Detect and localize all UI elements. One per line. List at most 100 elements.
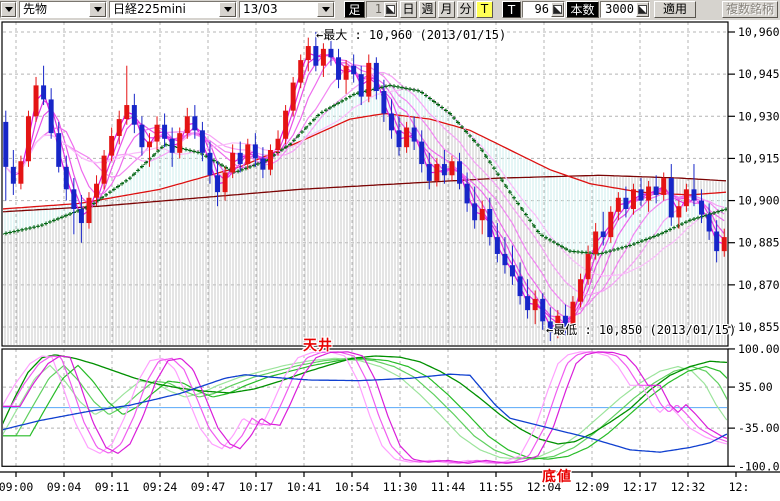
candle-up — [268, 150, 273, 170]
candle-down — [328, 49, 333, 57]
dropdown-arrow-icon[interactable] — [317, 2, 334, 17]
candle-up — [276, 139, 281, 150]
candle-up — [449, 161, 454, 175]
candle-up — [631, 189, 636, 209]
x-axis-label: 11:44 — [431, 480, 466, 494]
candle-down — [457, 161, 462, 183]
dropdown-arrow-icon[interactable] — [219, 2, 236, 17]
period-month-button[interactable]: 月 — [438, 1, 455, 18]
period-week-button[interactable]: 週 — [419, 1, 436, 18]
candle-up — [306, 46, 311, 60]
category-select[interactable]: 先物 — [19, 1, 107, 18]
multi-symbol-button[interactable]: 複数銘柄 — [722, 1, 778, 18]
candle-down — [412, 128, 417, 142]
candle-up — [26, 116, 31, 161]
mini-dropdown[interactable] — [0, 1, 17, 18]
candle-down — [495, 237, 500, 254]
contract-select[interactable]: 13/03 — [239, 1, 335, 18]
candle-down — [518, 276, 523, 296]
candle-down — [465, 184, 470, 204]
candle-down — [487, 209, 492, 237]
x-axis-label: 12:09 — [575, 480, 610, 494]
spinner-icon[interactable] — [551, 2, 564, 17]
candle-down — [472, 203, 477, 220]
total-input-value: 3000 — [601, 2, 636, 17]
candle-down — [3, 122, 8, 167]
candle-down — [540, 299, 545, 321]
x-axis-label: 09:47 — [191, 480, 226, 494]
interval-input-value: 1 — [367, 2, 384, 17]
max-annotation: ←最大 : 10,960 (2013/01/15) — [316, 26, 506, 43]
candle-down — [11, 167, 16, 184]
candle-down — [502, 254, 507, 265]
candle-down — [654, 187, 659, 195]
candle-up — [291, 83, 296, 111]
category-select-value: 先物 — [20, 2, 89, 17]
candle-up — [245, 144, 250, 164]
dropdown-arrow-icon[interactable] — [1, 2, 16, 17]
period-day-button[interactable]: 日 — [400, 1, 417, 18]
price-axis-label: 10,930 — [738, 109, 780, 123]
candle-down — [192, 116, 197, 130]
candle-up — [102, 156, 107, 184]
x-axis-label: 11:55 — [479, 480, 514, 494]
candle-down — [623, 198, 628, 209]
candle-down — [215, 175, 220, 192]
candle-down — [419, 142, 424, 164]
candle-down — [79, 209, 84, 223]
candle-up — [18, 161, 23, 183]
candle-up — [646, 187, 651, 201]
candle-down — [691, 189, 696, 200]
price-axis-label: 10,885 — [738, 236, 780, 250]
apply-button[interactable]: 適用 — [654, 1, 696, 18]
candle-down — [359, 74, 364, 96]
count-input[interactable]: 96 — [522, 1, 565, 18]
price-axis-label: 10,870 — [738, 278, 780, 292]
candle-up — [223, 172, 228, 192]
candle-down — [313, 46, 318, 66]
candle-down — [132, 105, 137, 125]
candle-down — [336, 57, 341, 79]
period-minute-button[interactable]: 分 — [457, 1, 474, 18]
candle-down — [510, 265, 515, 276]
x-axis-label: 11:30 — [383, 480, 418, 494]
candle-down — [714, 231, 719, 251]
candle-down — [374, 63, 379, 91]
osc-axis-label: -100.00 — [738, 459, 780, 473]
candle-up — [608, 212, 613, 237]
candle-down — [56, 133, 61, 167]
candle-up — [404, 128, 409, 148]
candle-up — [86, 198, 91, 223]
candle-down — [207, 153, 212, 175]
price-axis-label: 10,960 — [738, 25, 780, 39]
x-axis-label: 09:04 — [47, 480, 82, 494]
candle-down — [170, 139, 175, 153]
interval-input[interactable]: 1 — [366, 1, 398, 18]
price-axis-label: 10,900 — [738, 194, 780, 208]
candle-down — [260, 158, 265, 169]
osc-axis-label: -35.00 — [738, 421, 780, 435]
symbol-select[interactable]: 日経225mini — [109, 1, 237, 18]
toolbar: 先物 日経225mini 13/03 足 1 日 週 月 分 T T 96 本数… — [0, 0, 780, 21]
candle-up — [117, 119, 122, 136]
candle-up — [34, 85, 39, 116]
symbol-select-value: 日経225mini — [110, 2, 219, 17]
bottom-annotation: 底値 — [542, 466, 572, 486]
app-window: 先物 日経225mini 13/03 足 1 日 週 月 分 T T 96 本数… — [0, 0, 780, 501]
spinner-icon[interactable] — [384, 2, 397, 17]
chart-plot: 10,96010,94510,93010,91510,90010,88510,8… — [0, 20, 780, 501]
total-input[interactable]: 3000 — [600, 1, 650, 18]
x-axis-label: 10:17 — [239, 480, 274, 494]
spinner-icon[interactable] — [636, 2, 649, 17]
osc-axis-label: 100.00 — [738, 342, 780, 356]
x-axis-label: 10:54 — [335, 480, 370, 494]
candle-down — [669, 178, 674, 217]
period-tick-button[interactable]: T — [476, 1, 493, 18]
chart-area: 10,96010,94510,93010,91510,90010,88510,8… — [0, 20, 780, 501]
candle-up — [434, 164, 439, 181]
dropdown-arrow-icon[interactable] — [89, 2, 106, 17]
candle-up — [676, 206, 681, 217]
candle-up — [147, 142, 152, 148]
candle-down — [442, 164, 447, 175]
candle-down — [397, 130, 402, 147]
